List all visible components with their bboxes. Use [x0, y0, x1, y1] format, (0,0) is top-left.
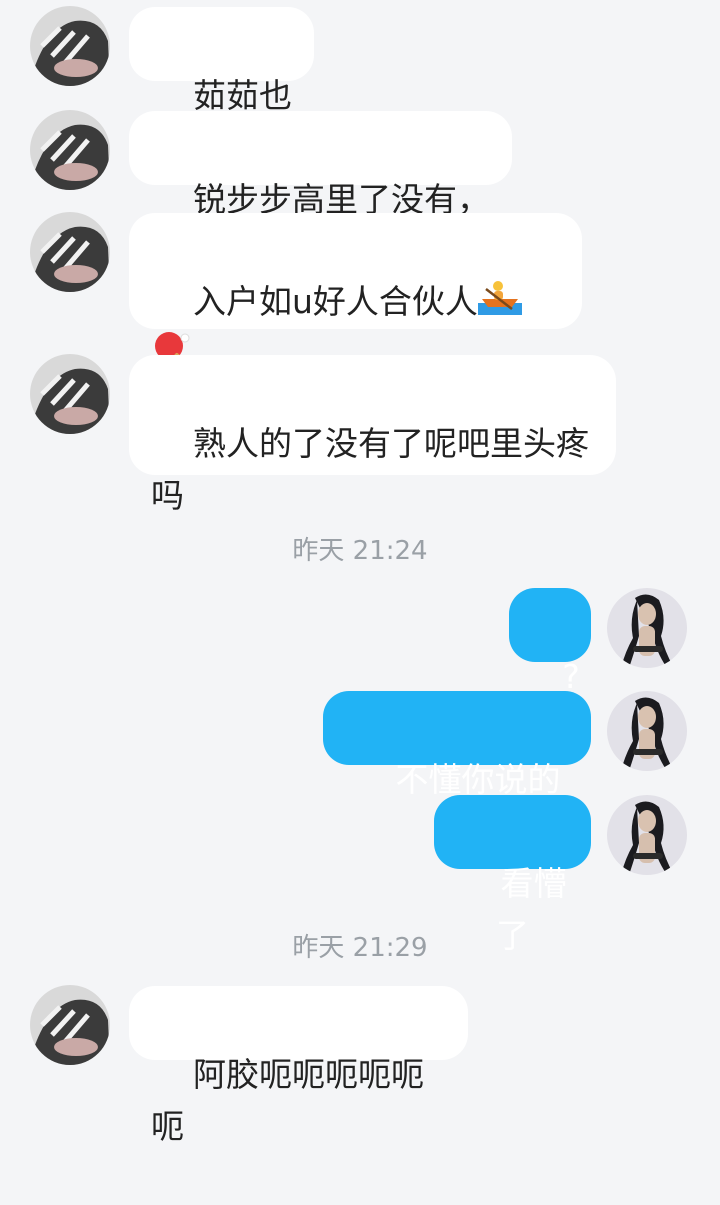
- message-bubble[interactable]: 锐步步高里了没有，: [129, 111, 512, 219]
- message-text: 茹茹也: [192, 76, 292, 115]
- message-bubble[interactable]: 茹茹也: [129, 7, 314, 115]
- contact-avatar-icon[interactable]: [30, 110, 110, 190]
- message-bubble[interactable]: 入户如u好人合伙人: [129, 213, 582, 423]
- message-bubble[interactable]: 阿胶呃呃呃呃呃呃: [129, 986, 468, 1146]
- message-bubble[interactable]: ?: [509, 588, 591, 696]
- contact-avatar-icon[interactable]: [30, 985, 110, 1065]
- message-timestamp: 昨天 21:29: [292, 933, 428, 963]
- rowing-boat-icon: [477, 278, 522, 330]
- user-avatar-icon[interactable]: [607, 691, 687, 771]
- user-avatar-icon[interactable]: [607, 588, 687, 668]
- message-text-continued: 吗: [151, 476, 184, 515]
- message-text: 阿胶呃呃呃呃呃呃: [151, 1055, 424, 1146]
- contact-avatar-icon[interactable]: [30, 354, 110, 434]
- message-bubble[interactable]: 看懵了: [434, 795, 591, 955]
- message-bubble[interactable]: 熟人的了没有了呢吧里头疼吗: [129, 355, 616, 515]
- message-bubble[interactable]: 不懂你说的啥: [323, 691, 591, 851]
- message-text: 入户如u好人合伙人: [192, 282, 478, 321]
- message-text: 熟人的了没有了呢吧里头疼: [192, 424, 589, 463]
- contact-avatar-icon[interactable]: [30, 6, 110, 86]
- message-timestamp: 昨天 21:24: [292, 536, 428, 566]
- user-avatar-icon[interactable]: [607, 795, 687, 875]
- contact-avatar-icon[interactable]: [30, 212, 110, 292]
